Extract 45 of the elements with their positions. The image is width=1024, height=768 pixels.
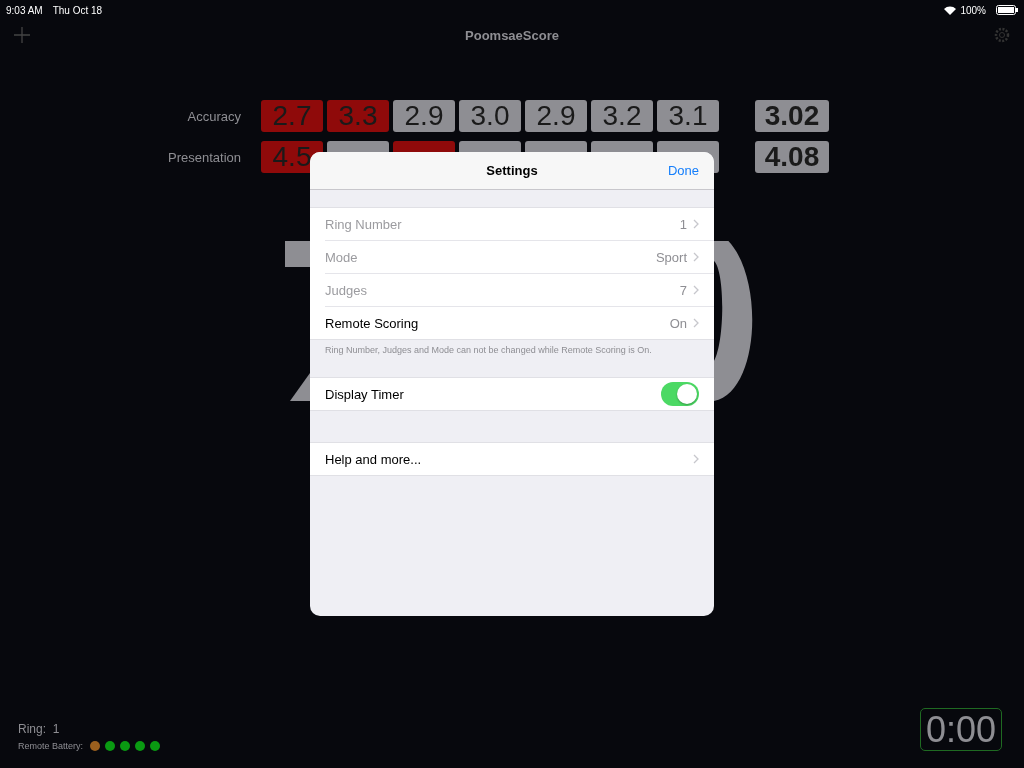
settings-icon[interactable] [994, 27, 1010, 43]
ring-label: Ring: 1 [18, 722, 61, 736]
chevron-icon [693, 318, 699, 328]
row-label: Mode [325, 249, 358, 265]
average-score: 3.02 [755, 100, 829, 132]
section-note: Ring Number, Judges and Mode can not be changed while Remote Scoring is On. [324, 344, 653, 357]
chevron-icon [693, 285, 699, 295]
judge-score: 2.7 [261, 100, 323, 132]
row-label: Remote Scoring [325, 315, 419, 331]
row-label: Ring Number [325, 216, 402, 232]
row-value: 7 [679, 282, 687, 298]
judge-score: 2.9 [393, 100, 455, 132]
average-score: 4.08 [755, 141, 829, 173]
score-label: Presentation [167, 149, 242, 165]
settings-row[interactable]: Help and more... [325, 443, 714, 475]
chevron-icon [693, 219, 699, 229]
digit-bar-fragment [285, 241, 310, 267]
row-value: 1 [679, 216, 687, 232]
dialog-title: Settings [486, 163, 538, 178]
settings-row[interactable]: Remote Scoring On [325, 306, 714, 339]
digit-wedge-fragment [290, 373, 310, 401]
row-label: Help and more... [325, 451, 422, 467]
status-date: Thu Oct 18 [52, 4, 103, 16]
status-time: 9:03 AM [6, 4, 43, 16]
plus-icon[interactable] [14, 27, 30, 43]
chevron-icon [693, 454, 699, 464]
row-value: Sport [655, 249, 687, 265]
battery-percent: 100% [960, 4, 986, 16]
judge-score: 3.0 [459, 100, 521, 132]
row-label: Display Timer [325, 386, 404, 402]
row-value: On [669, 315, 687, 331]
timer-display[interactable]: 0:00 [919, 708, 1002, 751]
battery-icon [996, 5, 1018, 15]
toggle-switch[interactable] [661, 382, 699, 406]
wifi-icon [944, 5, 957, 15]
done-button[interactable]: Done [667, 163, 699, 178]
judge-score: 3.2 [591, 100, 653, 132]
judge-score: 3.1 [657, 100, 719, 132]
judge-score: 3.3 [327, 100, 389, 132]
score-label: Accuracy [186, 108, 242, 124]
row-label: Judges [325, 282, 367, 298]
chevron-icon [693, 252, 699, 262]
app-title: PoomsaeScore [465, 27, 559, 43]
judge-score: 2.9 [525, 100, 587, 132]
battery-label: Remote Battery: [18, 741, 84, 751]
